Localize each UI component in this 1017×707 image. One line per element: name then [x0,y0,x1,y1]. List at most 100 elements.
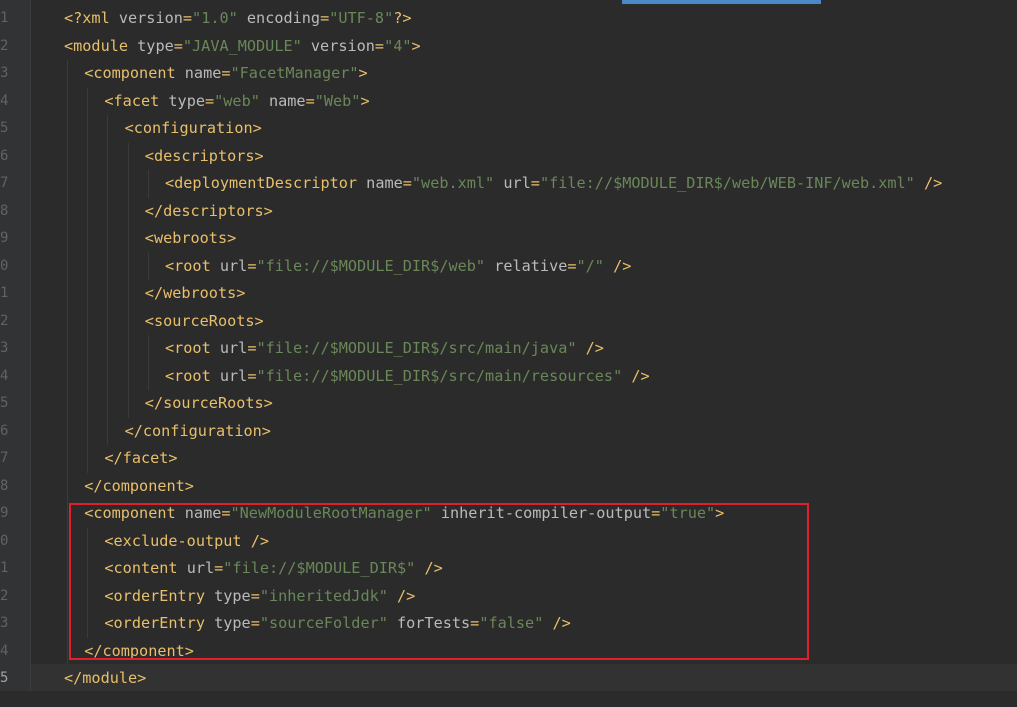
xml-attribute-token: url [186,559,215,577]
line-code: </configuration> [125,418,271,446]
code-line[interactable]: 1 <?xml version="1.0" encoding="UTF-8"?> [0,5,1017,33]
xml-attribute-token: relative [485,256,568,275]
xml-value-token: "4" [384,36,412,55]
xml-tag-token: = [651,504,661,522]
line-number: 4 [0,92,8,109]
xml-value-token: "UTF-8" [329,9,394,27]
xml-value-token: "FacetManager" [230,64,359,82]
xml-tag-token: /> [576,339,604,357]
line-number: 5 [0,120,8,136]
code-line[interactable]: 7 </facet> [0,445,1017,473]
code-line[interactable]: 6 <descriptors> [0,143,1017,171]
xml-attribute-token: type [214,614,251,632]
xml-tag-token: <sourceRoots> [144,311,264,330]
xml-tag-token: = [470,614,480,632]
xml-tag-token: </configuration> [124,421,271,440]
xml-tag-token: </webroots> [144,284,246,302]
line-code: <content url="file://$MODULE_DIR$" /> [104,555,442,583]
line-number: 2 [0,312,8,329]
xml-value-token: "false" [479,614,544,632]
code-line[interactable]: 3 <root url="file://$MODULE_DIR$/src/main… [0,335,1017,363]
xml-tag-token: = [204,91,215,110]
line-number: 8 [0,202,8,219]
xml-tag-token: <?xml [64,9,119,27]
line-number: 5 [0,395,8,411]
code-line[interactable]: 9 <component name="NewModuleRootManager" … [0,500,1017,528]
code-line[interactable]: 8 </component> [0,473,1017,501]
xml-value-token: "Web" [314,91,361,110]
xml-tag-token: /> [543,614,571,632]
active-tab-indicator [622,0,821,4]
xml-tag-token: /> [415,559,443,577]
code-line[interactable]: 8 </descriptors> [0,198,1017,226]
xml-attribute-token: url [219,339,248,357]
line-code: <deploymentDescriptor name="web.xml" url… [165,170,942,198]
code-line[interactable]: 4 <root url="file://$MODULE_DIR$/src/main… [0,363,1017,391]
xml-value-token: "/" [576,256,604,275]
line-number: 0 [0,257,8,274]
line-number: 2 [0,587,8,604]
xml-value-token: "file://$MODULE_DIR$/web/WEB-INF/web.xml… [539,174,915,192]
xml-attribute-token: url [494,174,531,192]
xml-attribute-token: version [301,36,375,55]
xml-value-token: "file://$MODULE_DIR$/src/main/resources" [256,366,623,385]
xml-value-token: "file://$MODULE_DIR$" [223,559,416,577]
line-code: <webroots> [145,225,236,253]
xml-tag-token: <facet [104,91,169,110]
code-line[interactable]: 5 <configuration> [0,115,1017,143]
xml-value-token: "NewModuleRootManager" [230,504,432,522]
code-line[interactable]: 1 </webroots> [0,280,1017,308]
code-line[interactable]: 5 </sourceRoots> [0,390,1017,418]
xml-tag-token: > [360,91,370,110]
xml-tag-token: <orderEntry [104,586,215,605]
code-line[interactable]: 2 <orderEntry type="inheritedJdk" /> [0,583,1017,611]
xml-tag-token: = [173,36,183,55]
line-code: <sourceRoots> [145,308,264,336]
xml-tag-token: <orderEntry [104,614,215,632]
line-number: 6 [0,147,8,164]
code-line[interactable]: 0 <root url = "file://$MODULE_DIR$/web" rel… [0,253,1017,281]
xml-tag-token: <component [84,504,185,522]
code-line[interactable]: 1 <content url="file://$MODULE_DIR$" /> [0,555,1017,583]
xml-tag-token: > [358,64,368,82]
xml-tag-token: </sourceRoots> [144,394,273,412]
line-code: <component name="NewModuleRootManager" i… [84,500,724,528]
line-number: 3 [0,615,8,631]
xml-tag-token: <content [104,559,187,577]
line-number: 3 [0,340,8,356]
code-line[interactable]: 2 <module type="JAVA_MODULE" version="4"> [0,33,1017,61]
xml-attribute-token: url [219,366,248,385]
editor-bottom-area [0,691,1017,707]
line-number: 4 [0,367,8,384]
code-line[interactable]: 0 <exclude-output /> [0,528,1017,556]
line-code: </module> [64,665,146,693]
line-number: 5 [0,670,8,686]
line-code: </component> [84,638,194,666]
xml-tag-token: </component> [84,641,194,660]
code-line[interactable]: 3 <component name="FacetManager"> [0,60,1017,88]
xml-tag-token: </module> [64,669,147,687]
code-line[interactable]: 4 <facet type="web" name="Web"> [0,88,1017,116]
xml-attribute-token: encoding [237,9,321,27]
xml-value-token: "JAVA_MODULE" [182,36,302,55]
code-line[interactable]: 4 </component> [0,638,1017,666]
xml-tag-token: = [320,9,330,27]
line-code: </facet> [104,445,177,473]
xml-tag-token: > [411,36,421,55]
xml-tag-token: <root [165,366,220,385]
code-line[interactable]: 5 </module> [0,665,1017,693]
xml-tag-token: /> [603,256,632,275]
code-line[interactable]: 3 <orderEntry type="sourceFolder" forTest… [0,610,1017,638]
code-line[interactable]: 2 <sourceRoots> [0,308,1017,336]
line-code: <configuration> [125,115,262,143]
xml-attribute-token: inherit-compiler-output [431,504,652,522]
code-line[interactable]: 7 <deploymentDescriptor name="web.xml" ur… [0,170,1017,198]
xml-attribute-token: type [168,91,205,110]
code-line[interactable]: 9 <webroots> [0,225,1017,253]
line-code: </sourceRoots> [145,390,273,418]
code-editor[interactable]: 1 <?xml version="1.0" encoding="UTF-8"?> 2… [0,0,1017,707]
xml-tag-token: <component [84,64,185,82]
code-line[interactable]: 6 </configuration> [0,418,1017,446]
xml-attribute-token: url [219,256,248,275]
line-number: 0 [0,532,8,549]
